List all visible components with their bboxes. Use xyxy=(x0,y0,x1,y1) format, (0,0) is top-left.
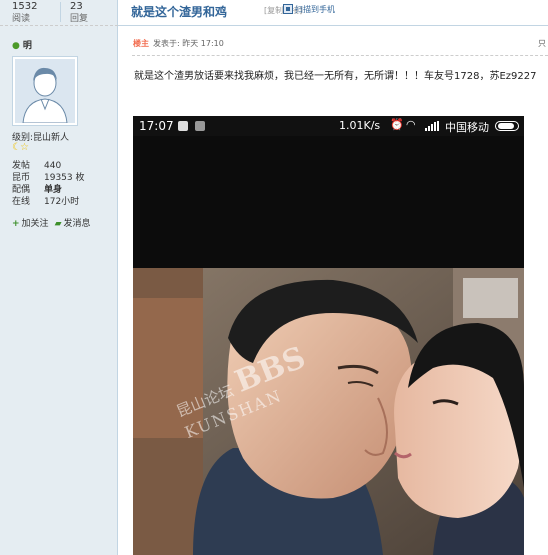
default-avatar-icon xyxy=(15,59,75,123)
person-silhouette-icon xyxy=(15,59,75,123)
wifi-icon: ◠ xyxy=(406,118,416,131)
post-image[interactable]: 17:07 1.01K/s ⏰ ◠ 中国移动 昆山论坛BBS KUNSHAN xyxy=(133,116,524,555)
avatar[interactable] xyxy=(12,56,78,126)
post-body: 就是这个渣男放话要来找我麻烦，我已经一无所有，无所谓！！！车友号1728，苏Ez… xyxy=(134,71,537,82)
carrier-name: 中国移动 xyxy=(445,121,489,134)
replies-stat: 23 回复 xyxy=(70,1,88,25)
thread-counts: 1532 阅读 23 回复 xyxy=(0,0,118,26)
post-meta: 楼主 发表于: 昨天 17:10 xyxy=(133,38,224,49)
phone-status-bar: 17:07 1.01K/s ⏰ ◠ 中国移动 xyxy=(133,116,524,136)
author-stats: 发帖 440 昆币 19353 枚 配偶 单身 在线 172小时 xyxy=(12,160,85,208)
signal-icon xyxy=(425,121,439,131)
replies-label: 回复 xyxy=(70,14,89,24)
stat-posts: 发帖 440 xyxy=(12,161,62,171)
network-speed: 1.01K/s xyxy=(339,119,381,132)
author-name-row[interactable]: ● 明 xyxy=(12,38,32,51)
owner-badge: 楼主 xyxy=(133,39,149,48)
post-time: 发表于: 昨天 17:10 xyxy=(153,39,224,48)
phone-time: 17:07 xyxy=(139,119,174,133)
level-link[interactable]: 昆山新人 xyxy=(33,133,69,143)
author-sidebar: 1532 阅读 23 回复 ● 明 级别:昆山新人 ☾☆ 发帖 440 昆币 1935… xyxy=(0,0,118,555)
author-actions: + 加关注 ▰ 发消息 xyxy=(12,216,97,229)
views-count: 1532 xyxy=(12,1,38,12)
view-author-only-link[interactable]: 只 xyxy=(538,38,546,49)
app-notification-icon-2 xyxy=(195,121,205,131)
level-stars-icon: ☾☆ xyxy=(12,142,29,153)
plus-icon: + xyxy=(12,219,20,229)
replies-count: 23 xyxy=(70,1,83,12)
meta-divider xyxy=(132,55,548,56)
follow-button[interactable]: + 加关注 xyxy=(12,219,49,229)
stat-spouse: 配偶 单身 xyxy=(12,185,63,195)
message-button[interactable]: ▰ 发消息 xyxy=(55,219,91,229)
alarm-icon: ⏰ xyxy=(390,118,404,131)
author-name[interactable]: 明 xyxy=(23,41,32,51)
online-status-icon: ● xyxy=(12,41,20,51)
scan-to-phone-link[interactable]: 扫描到手机 xyxy=(283,4,335,15)
views-stat: 1532 阅读 xyxy=(12,1,37,25)
counts-divider xyxy=(60,2,61,22)
battery-icon xyxy=(495,121,519,131)
thread-title[interactable]: 就是这个渣男和鸡 xyxy=(131,3,227,20)
message-icon: ▰ xyxy=(54,219,62,229)
thread-title-bar: 就是这个渣男和鸡 [复制链接] 扫描到手机 xyxy=(118,0,548,26)
stat-coins: 昆币 19353 枚 xyxy=(12,173,85,183)
qr-code-icon xyxy=(283,4,293,14)
couple-photo: 昆山论坛BBS KUNSHAN xyxy=(133,268,524,555)
stat-online: 在线 172小时 xyxy=(12,197,80,207)
views-label: 阅读 xyxy=(12,14,31,24)
app-notification-icon xyxy=(178,121,188,131)
